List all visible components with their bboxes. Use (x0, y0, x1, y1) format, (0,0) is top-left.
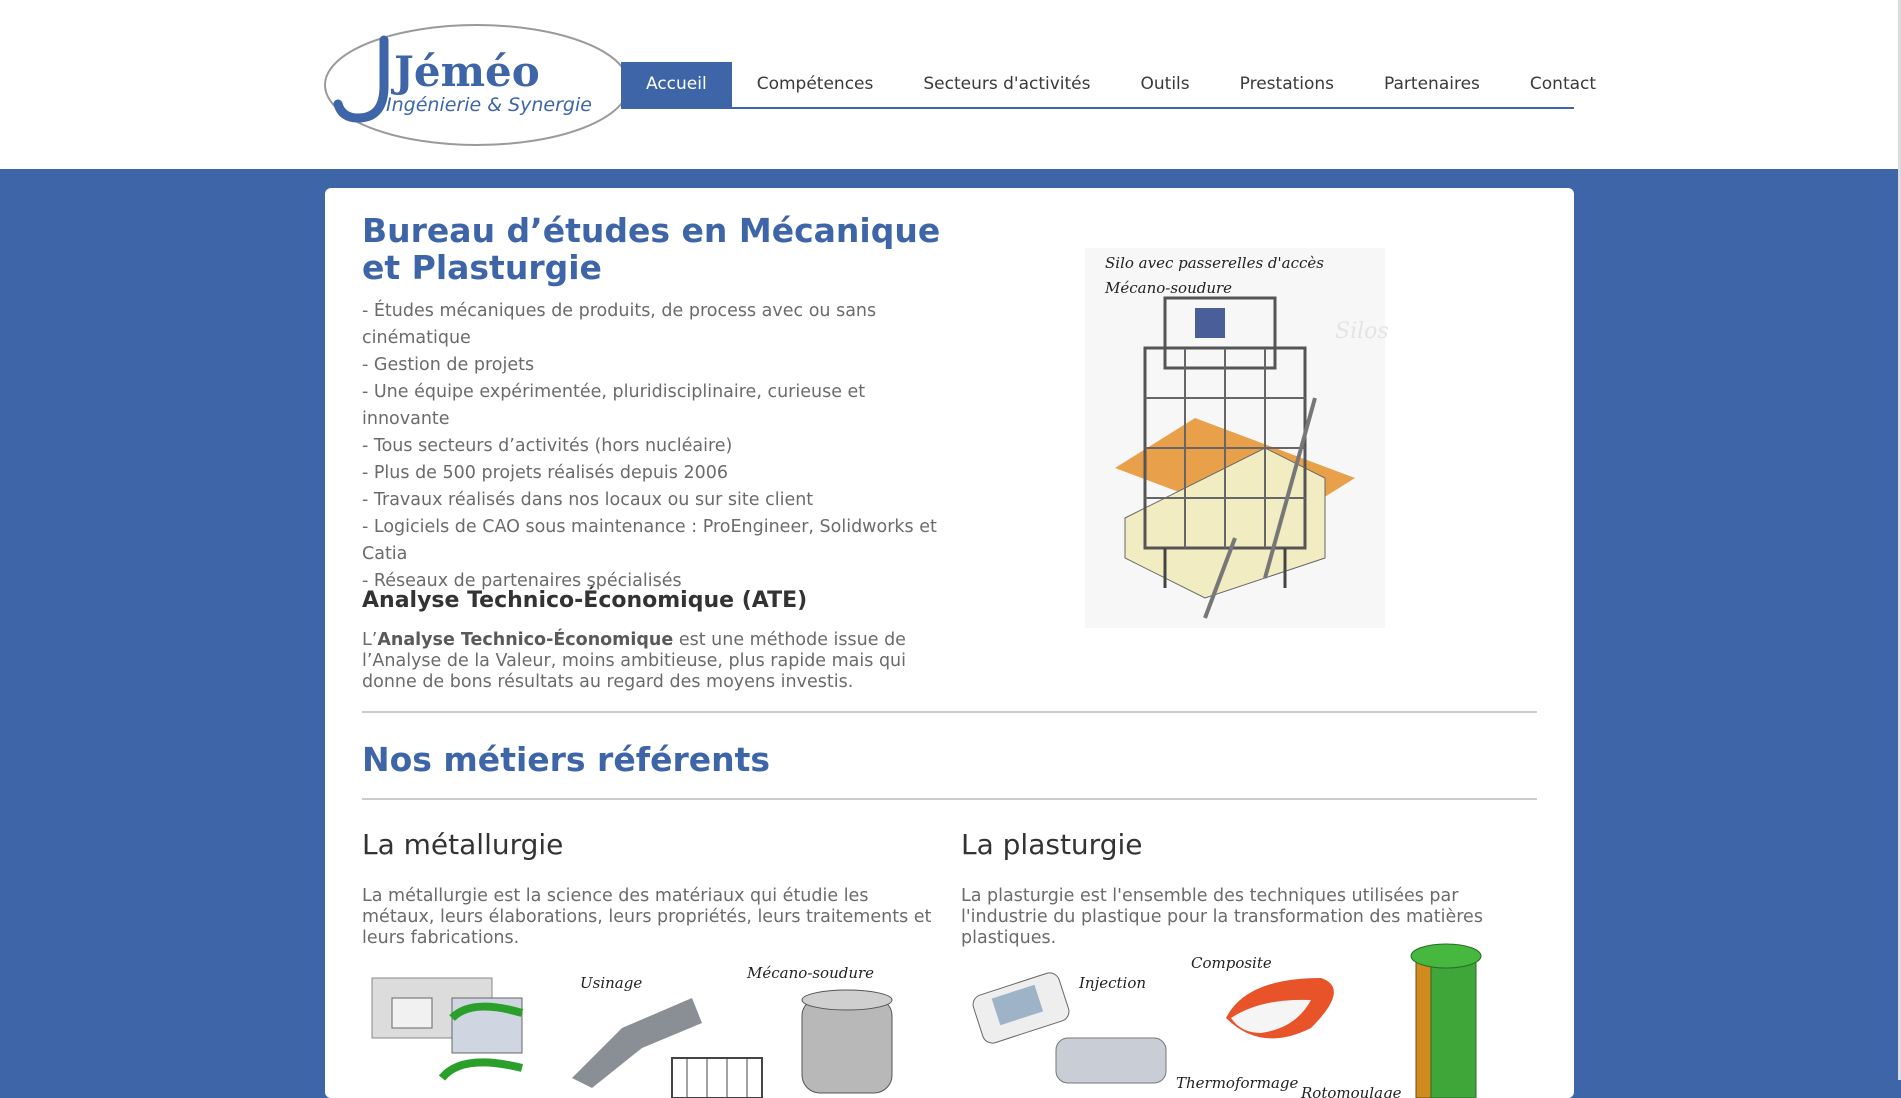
metal-label-usinage: Usinage (580, 974, 642, 992)
list-item: - Tous secteurs d’activités (hors nucléa… (362, 436, 733, 456)
metallurgie-image: Usinage Mécano-soudure (362, 958, 932, 1098)
list-item: - Travaux réalisés dans nos locaux ou su… (362, 490, 814, 510)
silo-image: Silo avec passerelles d'accès Mécano-sou… (1065, 218, 1445, 638)
plast-label-thermoformage: Thermoformage (1176, 1074, 1298, 1092)
silo-ghost: Silos (1335, 319, 1389, 344)
main-nav: Accueil Compétences Secteurs d'activités… (621, 62, 1596, 109)
plast-label-injection: Injection (1078, 974, 1146, 992)
nav-partenaires[interactable]: Partenaires (1359, 62, 1505, 107)
content-card: Bureau d’études en Mécanique et Plasturg… (325, 188, 1574, 1098)
plast-label-rotomoulage: Rotomoulage (1300, 1084, 1402, 1098)
plasturgie-title: La plasturgie (961, 828, 1143, 861)
site-header: Jéméo Ingénierie & Synergie Accueil Comp… (0, 0, 1901, 169)
list-item: - Plus de 500 projets réalisés depuis 20… (362, 463, 729, 483)
nav-outils[interactable]: Outils (1116, 62, 1215, 107)
nav-accueil[interactable]: Accueil (621, 62, 732, 107)
logo-name: Jéméo (390, 47, 540, 96)
nav-prestations[interactable]: Prestations (1215, 62, 1359, 107)
list-item: - Gestion de projets (362, 355, 535, 375)
plasturgie-image: Injection Composite Thermoformage Rotomo… (961, 938, 1531, 1098)
page-title: Bureau d’études en Mécanique et Plasturg… (362, 211, 941, 287)
nav-secteurs[interactable]: Secteurs d'activités (898, 62, 1115, 107)
ate-bold: Analyse Technico-Économique (377, 630, 674, 650)
ate-prefix: L’ (362, 630, 378, 650)
jemeo-logo[interactable]: Jéméo Ingénierie & Synergie (322, 18, 640, 148)
silo-caption: Silo avec passerelles d'accès (1105, 254, 1324, 272)
list-item: - Logiciels de CAO sous maintenance : Pr… (362, 517, 937, 564)
metiers-heading: Nos métiers référents (362, 740, 771, 779)
metallurgie-text: La métallurgie est la science des matéri… (362, 886, 932, 948)
divider (362, 798, 1537, 800)
plast-label-composite: Composite (1191, 954, 1272, 972)
services-list: - Études mécaniques de produits, de proc… (362, 298, 952, 595)
metal-label-mecano: Mécano-soudure (746, 964, 874, 982)
nav-competences[interactable]: Compétences (732, 62, 899, 107)
ate-heading: Analyse Technico-Économique (ATE) (362, 588, 808, 613)
silo-subcaption: Mécano-soudure (1104, 279, 1232, 297)
logo-tagline: Ingénierie & Synergie (386, 94, 592, 116)
metallurgie-title: La métallurgie (362, 828, 564, 861)
ate-paragraph: L’Analyse Technico-Économique est une mé… (362, 630, 942, 693)
divider (362, 711, 1537, 713)
nav-contact[interactable]: Contact (1505, 62, 1621, 107)
list-item: - Études mécaniques de produits, de proc… (362, 301, 877, 348)
list-item: - Une équipe expérimentée, pluridiscipli… (362, 382, 866, 429)
